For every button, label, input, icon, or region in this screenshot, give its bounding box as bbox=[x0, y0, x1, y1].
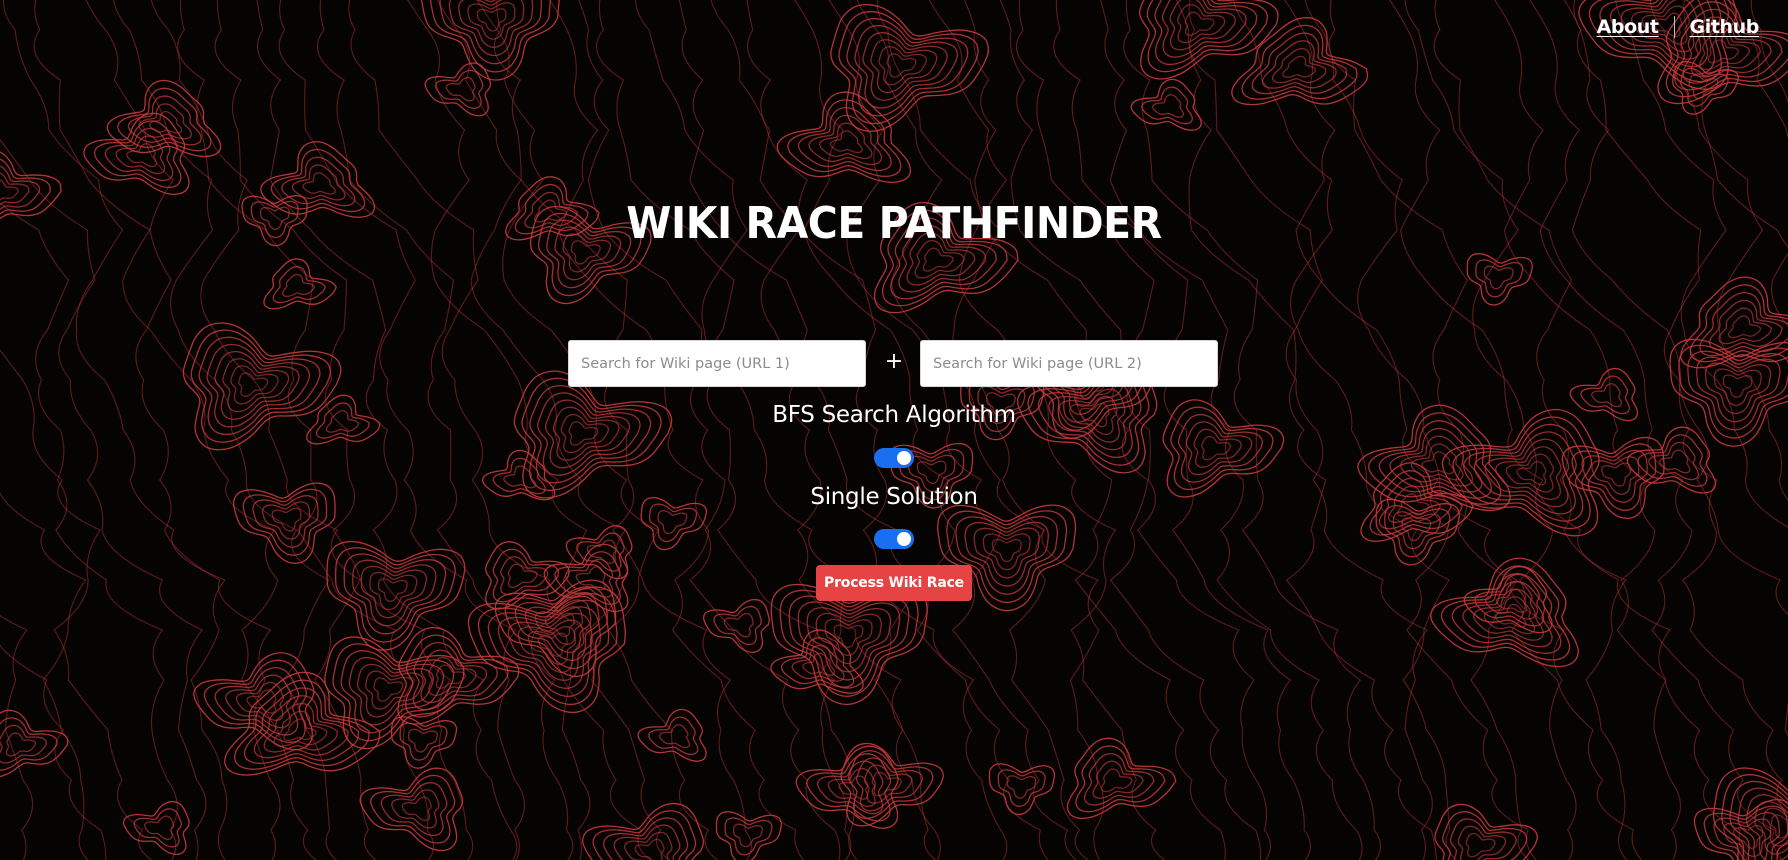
bfs-algorithm-label: BFS Search Algorithm bbox=[772, 402, 1016, 428]
single-solution-toggle[interactable] bbox=[874, 529, 914, 549]
top-nav: About Github bbox=[1582, 16, 1774, 38]
main-content: WIKI RACE PATHFINDER + BFS Search Algori… bbox=[0, 0, 1788, 860]
url2-search-input[interactable] bbox=[920, 340, 1218, 387]
bfs-algorithm-toggle[interactable] bbox=[874, 448, 914, 468]
about-link[interactable]: About bbox=[1582, 16, 1674, 38]
toggle-knob bbox=[897, 451, 911, 465]
process-wiki-race-button[interactable]: Process Wiki Race bbox=[816, 565, 972, 601]
github-link[interactable]: Github bbox=[1675, 16, 1774, 38]
page-title: WIKI RACE PATHFINDER bbox=[626, 198, 1162, 249]
single-solution-label: Single Solution bbox=[810, 484, 978, 510]
page: About Github WIKI RACE PATHFINDER + BFS … bbox=[0, 0, 1788, 860]
url1-search-input[interactable] bbox=[568, 340, 866, 387]
toggle-knob bbox=[897, 532, 911, 546]
plus-icon: + bbox=[884, 349, 904, 374]
